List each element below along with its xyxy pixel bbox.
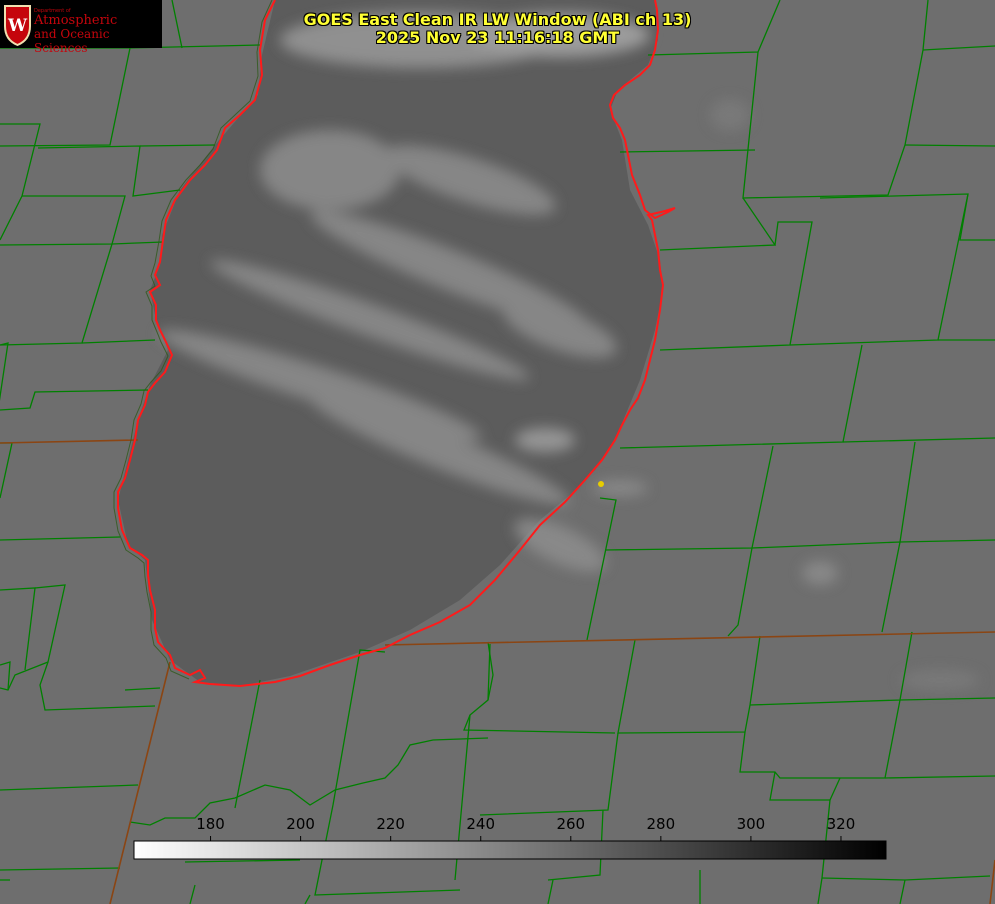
colorbar-tick-label: 240 [466, 815, 496, 833]
colorbar-tick-label: 320 [826, 815, 856, 833]
colorbar-tick-label: 300 [736, 815, 766, 833]
title-timestamp: 2025 Nov 23 11:16:18 GMT [375, 28, 620, 47]
colorbar-tick-label: 200 [286, 815, 315, 833]
colorbar-tick-label: 180 [196, 815, 225, 833]
logo-title-line1: Atmospheric [34, 13, 118, 28]
image-title: GOES East Clean IR LW Window (ABI ch 13)… [280, 11, 715, 47]
aos-logo: W Department of Atmospheric and Oceanic … [0, 0, 162, 55]
title-product: GOES East Clean IR LW Window (ABI ch 13) [303, 10, 692, 29]
satellite-image-view: 180 200 220 240 260 280 300 320 W Department of… [0, 0, 995, 904]
logo-title-line2: and Oceanic Sciences [34, 27, 110, 55]
svg-text:W: W [7, 16, 28, 36]
colorbar-gradient [133, 840, 887, 860]
satellite-map [0, 0, 995, 904]
colorbar-tick-label: 280 [646, 815, 676, 833]
point-marker [598, 481, 604, 487]
uw-crest-icon: W [4, 5, 31, 46]
colorbar-tick-label: 220 [376, 815, 405, 833]
colorbar-tick-label: 260 [556, 815, 586, 833]
